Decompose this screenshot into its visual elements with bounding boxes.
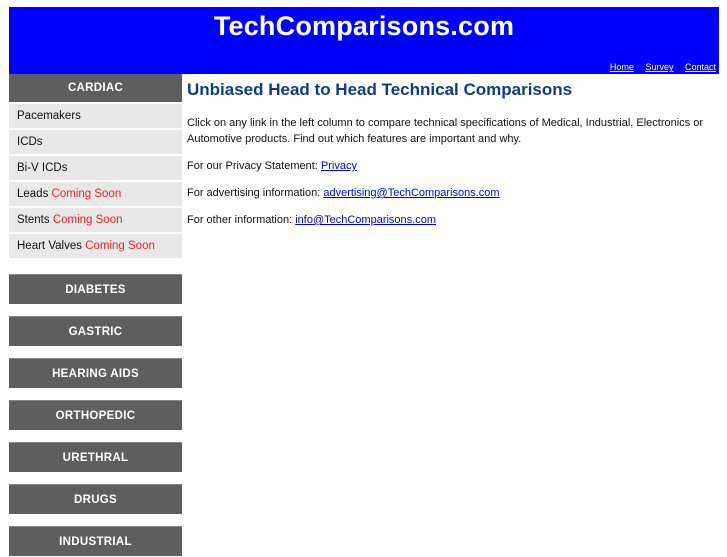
category-industrial[interactable]: INDUSTRIAL [9, 526, 182, 556]
main-content: Unbiased Head to Head Technical Comparis… [187, 78, 722, 228]
sidebar-item-label: Leads [17, 188, 49, 200]
sidebar-item-icds[interactable]: ICDs [9, 130, 182, 154]
page-heading: Unbiased Head to Head Technical Comparis… [187, 80, 573, 99]
privacy-label: For our Privacy Statement: [187, 160, 321, 172]
intro-text: Click on any link in the left column to … [187, 117, 704, 145]
category-gastric[interactable]: GASTRIC [9, 316, 182, 346]
nav-home-link[interactable]: Home [610, 62, 634, 72]
sidebar: CARDIAC Pacemakers ICDs Bi-V ICDs Leads … [9, 74, 182, 556]
sidebar-item-heart-valves[interactable]: Heart Valves Coming Soon [9, 234, 182, 258]
category-diabetes[interactable]: DIABETES [9, 274, 182, 304]
advertising-email-link[interactable]: advertising@TechComparisons.com [323, 187, 499, 199]
sidebar-item-stents[interactable]: Stents Coming Soon [9, 208, 182, 232]
sidebar-item-label: Stents [17, 214, 50, 226]
site-header: TechComparisons.com Home Survey Contact [9, 7, 719, 74]
sidebar-item-label: Heart Valves [17, 240, 82, 252]
other-info-label: For other information: [187, 214, 296, 226]
sidebar-item-biv-icds[interactable]: Bi-V ICDs [9, 156, 182, 180]
site-title: TechComparisons.com [213, 11, 515, 41]
sidebar-item-label: Bi-V ICDs [17, 162, 68, 174]
sidebar-item-label: Pacemakers [17, 110, 81, 122]
sidebar-item-pacemakers[interactable]: Pacemakers [9, 104, 182, 128]
other-info-line: For other information: info@TechComparis… [187, 212, 722, 228]
coming-soon-badge: Coming Soon [52, 214, 123, 226]
nav-survey-link[interactable]: Survey [645, 62, 673, 72]
coming-soon-badge: Coming Soon [51, 188, 122, 200]
category-drugs[interactable]: DRUGS [9, 484, 182, 514]
top-nav: Home Survey Contact [601, 62, 716, 72]
category-cardiac[interactable]: CARDIAC [9, 74, 182, 102]
privacy-link[interactable]: Privacy [321, 160, 357, 172]
sidebar-item-leads[interactable]: Leads Coming Soon [9, 182, 182, 206]
privacy-line: For our Privacy Statement: Privacy [187, 158, 722, 174]
category-hearing-aids[interactable]: HEARING AIDS [9, 358, 182, 388]
coming-soon-badge: Coming Soon [85, 240, 155, 252]
advertising-label: For advertising information: [187, 187, 324, 199]
category-orthopedic[interactable]: ORTHOPEDIC [9, 400, 182, 430]
info-email-link[interactable]: info@TechComparisons.com [295, 214, 436, 226]
advertising-line: For advertising information: advertising… [187, 185, 722, 201]
category-urethral[interactable]: URETHRAL [9, 442, 182, 472]
sidebar-item-label: ICDs [17, 136, 43, 148]
nav-contact-link[interactable]: Contact [685, 62, 716, 72]
